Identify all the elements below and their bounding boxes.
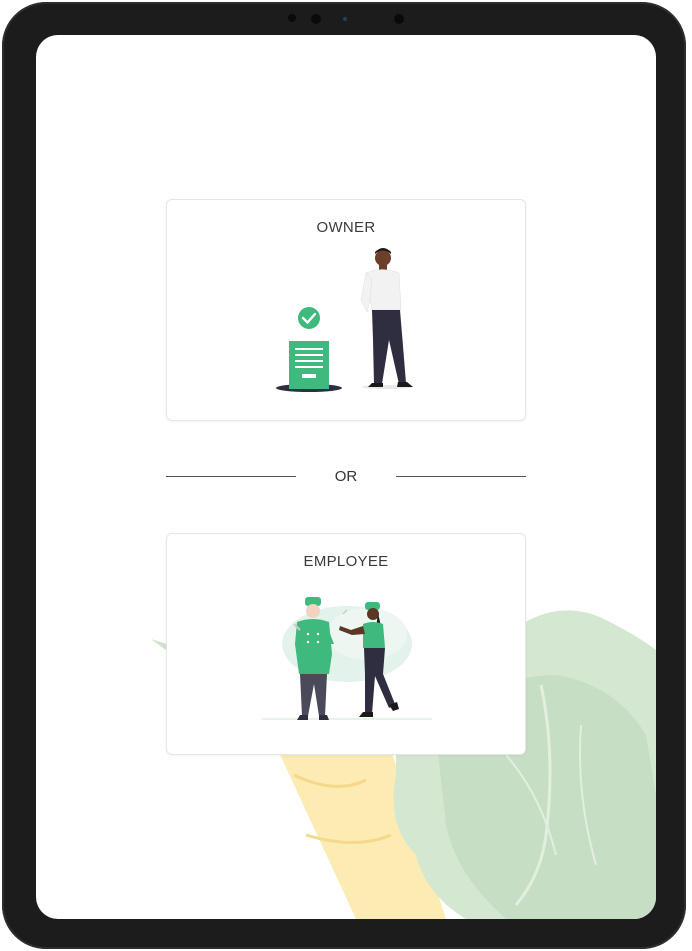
employee-role-card[interactable]: EMPLOYEE [166, 533, 526, 755]
divider-line-right [396, 476, 526, 477]
checkmark-icon [298, 307, 320, 329]
sensor-dot [394, 14, 404, 24]
app-screen: OWNER OR EMPLOYEE [36, 35, 656, 919]
sensor-dot [311, 14, 321, 24]
or-divider: OR [166, 465, 526, 489]
employee-role-label: EMPLOYEE [303, 553, 389, 570]
front-camera [343, 17, 347, 21]
sensor-dot [288, 14, 296, 22]
owner-role-label: OWNER [316, 219, 376, 236]
owner-role-card[interactable]: OWNER [166, 199, 526, 421]
